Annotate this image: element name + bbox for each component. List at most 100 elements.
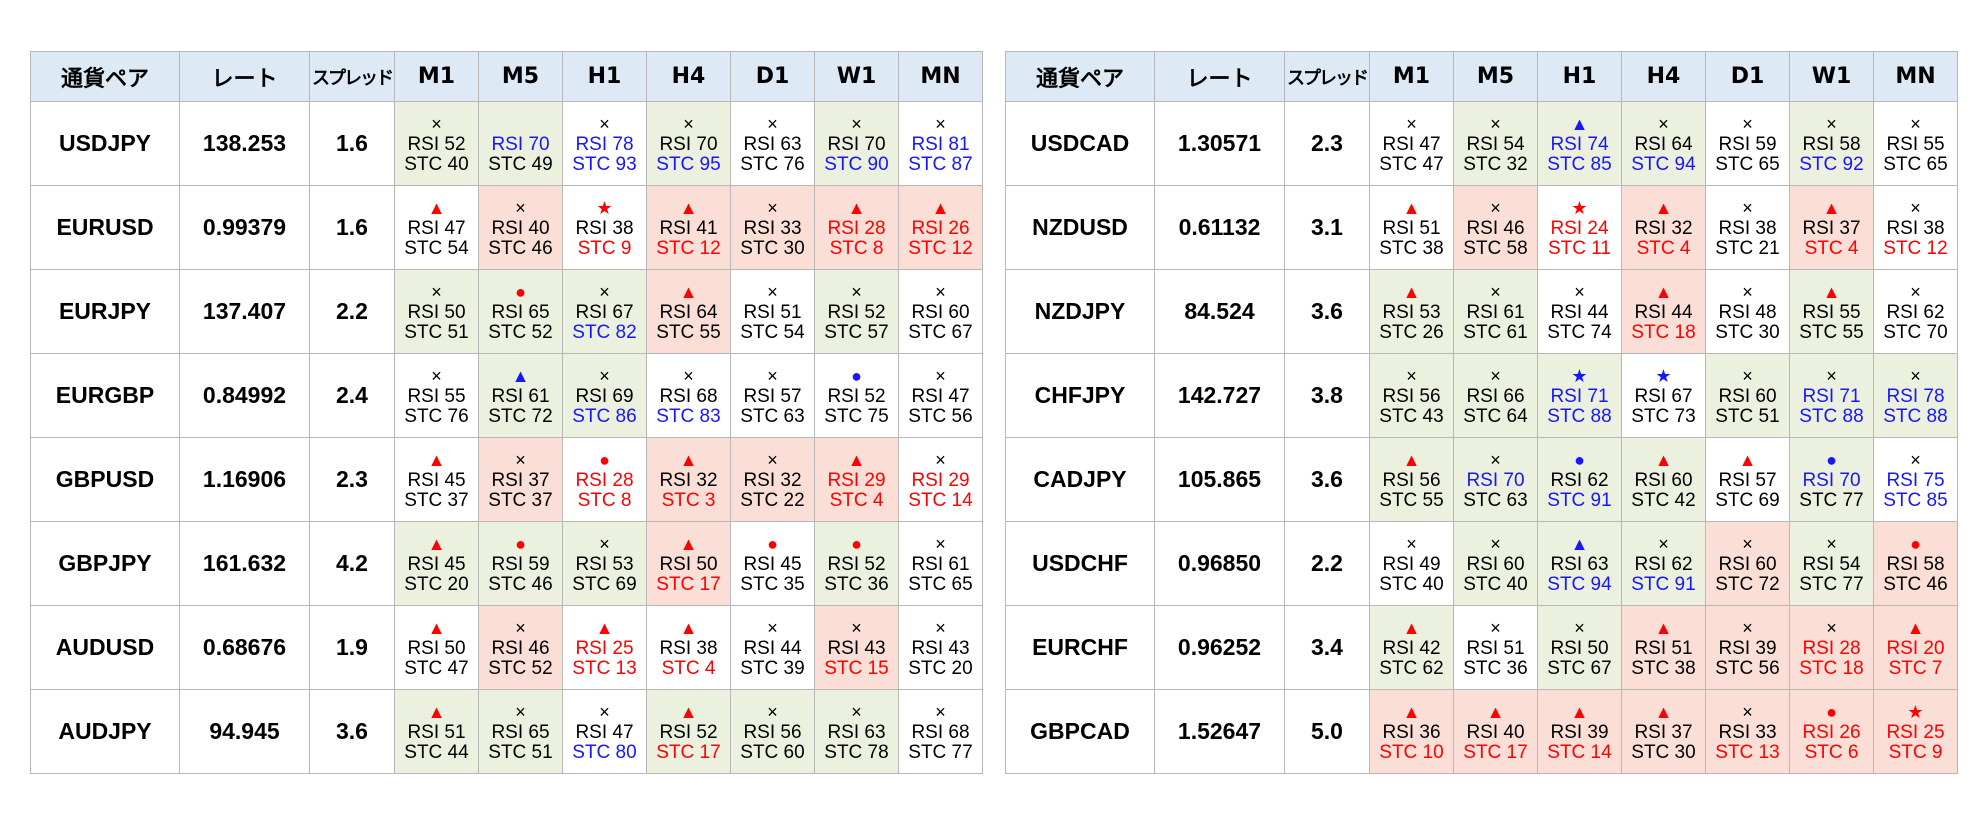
cross-icon: × bbox=[1490, 113, 1501, 134]
stc-value: STC 30 bbox=[740, 237, 805, 259]
cross-icon: × bbox=[935, 365, 946, 386]
signal-cell-m1: × RSI 47 STC 47 bbox=[1369, 101, 1454, 186]
header-m5: M5 bbox=[1453, 51, 1538, 102]
red-triangle-icon: ▲ bbox=[427, 449, 446, 470]
signal-cell-m1: ▲ RSI 45 STC 37 bbox=[394, 437, 479, 522]
pair-cell: EURUSD bbox=[30, 185, 180, 270]
blue-star-icon: ★ bbox=[1655, 365, 1672, 386]
rsi-value: RSI 56 bbox=[1382, 385, 1441, 407]
red-triangle-icon: ▲ bbox=[427, 701, 446, 722]
signal-cell-m1: ▲ RSI 56 STC 55 bbox=[1369, 437, 1454, 522]
signal-cell-w1: ● RSI 52 STC 36 bbox=[814, 521, 899, 606]
signal-cell-h1: ★ RSI 24 STC 11 bbox=[1537, 185, 1622, 270]
header-d1: D1 bbox=[730, 51, 815, 102]
cross-icon: × bbox=[767, 449, 778, 470]
rsi-value: RSI 46 bbox=[491, 637, 550, 659]
rsi-value: RSI 70 bbox=[491, 133, 550, 155]
rsi-value: RSI 32 bbox=[659, 469, 718, 491]
rsi-value: RSI 33 bbox=[743, 217, 802, 239]
spread-cell: 3.6 bbox=[1284, 437, 1370, 522]
rsi-value: RSI 70 bbox=[827, 133, 886, 155]
stc-value: STC 9 bbox=[1888, 741, 1943, 763]
stc-value: STC 4 bbox=[661, 657, 716, 679]
table-row: NZDUSD 0.61132 3.1 ▲ RSI 51 STC 38 × RSI 46 STC … bbox=[1005, 185, 1958, 270]
red-triangle-icon: ▲ bbox=[427, 197, 446, 218]
signal-cell-m5: ● RSI 59 STC 46 bbox=[478, 521, 563, 606]
rsi-value: RSI 68 bbox=[911, 721, 970, 743]
signal-cell-h1: ▲ RSI 63 STC 94 bbox=[1537, 521, 1622, 606]
rsi-value: RSI 29 bbox=[911, 469, 970, 491]
header-pair: 通貨ペア bbox=[30, 51, 180, 102]
stc-value: STC 58 bbox=[1463, 237, 1528, 259]
rsi-value: RSI 60 bbox=[1634, 469, 1693, 491]
table-row: NZDJPY 84.524 3.6 ▲ RSI 53 STC 26 × RSI 61 STC 6… bbox=[1005, 269, 1958, 354]
signal-cell-mn: × RSI 61 STC 65 bbox=[898, 521, 983, 606]
stc-value: STC 3 bbox=[661, 489, 716, 511]
signal-cell-h4: ▲ RSI 52 STC 17 bbox=[646, 689, 731, 774]
rate-cell: 0.84992 bbox=[179, 353, 310, 438]
header-row: 通貨ペア レート スプレッド M1 M5 H1 H4 D1 W1 MN bbox=[30, 51, 983, 102]
red-triangle-icon: ▲ bbox=[679, 281, 698, 302]
header-mn: MN bbox=[898, 51, 983, 102]
rsi-value: RSI 55 bbox=[407, 385, 466, 407]
rsi-value: RSI 63 bbox=[827, 721, 886, 743]
signal-cell-h1: × RSI 44 STC 74 bbox=[1537, 269, 1622, 354]
stc-value: STC 8 bbox=[577, 489, 632, 511]
rsi-value: RSI 51 bbox=[1634, 637, 1693, 659]
spread-cell: 2.3 bbox=[1284, 101, 1370, 186]
cross-icon: × bbox=[431, 365, 442, 386]
stc-value: STC 73 bbox=[1631, 405, 1696, 427]
rsi-value: RSI 38 bbox=[1886, 217, 1945, 239]
stc-value: STC 63 bbox=[740, 405, 805, 427]
rate-cell: 138.253 bbox=[179, 101, 310, 186]
spread-cell: 2.4 bbox=[309, 353, 395, 438]
rsi-value: RSI 49 bbox=[1382, 553, 1441, 575]
rate-cell: 0.96850 bbox=[1154, 521, 1285, 606]
signal-cell-m5: ● RSI 65 STC 52 bbox=[478, 269, 563, 354]
signal-cell-w1: × RSI 43 STC 15 bbox=[814, 605, 899, 690]
stc-value: STC 10 bbox=[1379, 741, 1444, 763]
stc-value: STC 17 bbox=[1463, 741, 1528, 763]
pair-cell: AUDJPY bbox=[30, 689, 180, 774]
rsi-value: RSI 51 bbox=[1466, 637, 1525, 659]
header-h4: H4 bbox=[646, 51, 731, 102]
stc-value: STC 69 bbox=[572, 573, 637, 595]
cross-icon: × bbox=[431, 113, 442, 134]
signal-cell-h4: × RSI 68 STC 83 bbox=[646, 353, 731, 438]
signal-cell-m1: ▲ RSI 51 STC 38 bbox=[1369, 185, 1454, 270]
signal-cell-h4: ▲ RSI 60 STC 42 bbox=[1621, 437, 1706, 522]
rsi-value: RSI 56 bbox=[1382, 469, 1441, 491]
rsi-value: RSI 38 bbox=[575, 217, 634, 239]
cross-icon: × bbox=[1826, 365, 1837, 386]
stc-value: STC 42 bbox=[1631, 489, 1696, 511]
cross-icon: × bbox=[599, 533, 610, 554]
spread-cell: 3.1 bbox=[1284, 185, 1370, 270]
stc-value: STC 15 bbox=[824, 657, 889, 679]
rsi-value: RSI 53 bbox=[575, 553, 634, 575]
rsi-value: RSI 45 bbox=[407, 469, 466, 491]
red-star-icon: ★ bbox=[596, 197, 613, 218]
signal-cell-m1: ▲ RSI 42 STC 62 bbox=[1369, 605, 1454, 690]
signal-cell-m5: × RSI 46 STC 52 bbox=[478, 605, 563, 690]
stc-value: STC 13 bbox=[572, 657, 637, 679]
stc-value: STC 85 bbox=[1547, 153, 1612, 175]
signal-cell-m1: ▲ RSI 50 STC 47 bbox=[394, 605, 479, 690]
red-triangle-icon: ▲ bbox=[1738, 449, 1757, 470]
stc-value: STC 46 bbox=[1883, 573, 1948, 595]
table-row: USDJPY 138.253 1.6 × RSI 52 STC 40 RSI 70 STC 4… bbox=[30, 101, 983, 186]
rsi-value: RSI 43 bbox=[911, 637, 970, 659]
stc-value: STC 30 bbox=[1631, 741, 1696, 763]
signal-cell-m5: × RSI 65 STC 51 bbox=[478, 689, 563, 774]
red-triangle-icon: ▲ bbox=[1654, 449, 1673, 470]
cross-icon: × bbox=[683, 365, 694, 386]
signal-cell-m5: × RSI 70 STC 63 bbox=[1453, 437, 1538, 522]
signal-cell-d1: × RSI 60 STC 51 bbox=[1705, 353, 1790, 438]
rsi-value: RSI 44 bbox=[1550, 301, 1609, 323]
header-w1: W1 bbox=[814, 51, 899, 102]
cross-icon: × bbox=[1910, 365, 1921, 386]
signal-cell-w1: ● RSI 52 STC 75 bbox=[814, 353, 899, 438]
rsi-value: RSI 58 bbox=[1886, 553, 1945, 575]
stc-value: STC 76 bbox=[404, 405, 469, 427]
rsi-value: RSI 61 bbox=[491, 385, 550, 407]
cross-icon: × bbox=[1742, 113, 1753, 134]
